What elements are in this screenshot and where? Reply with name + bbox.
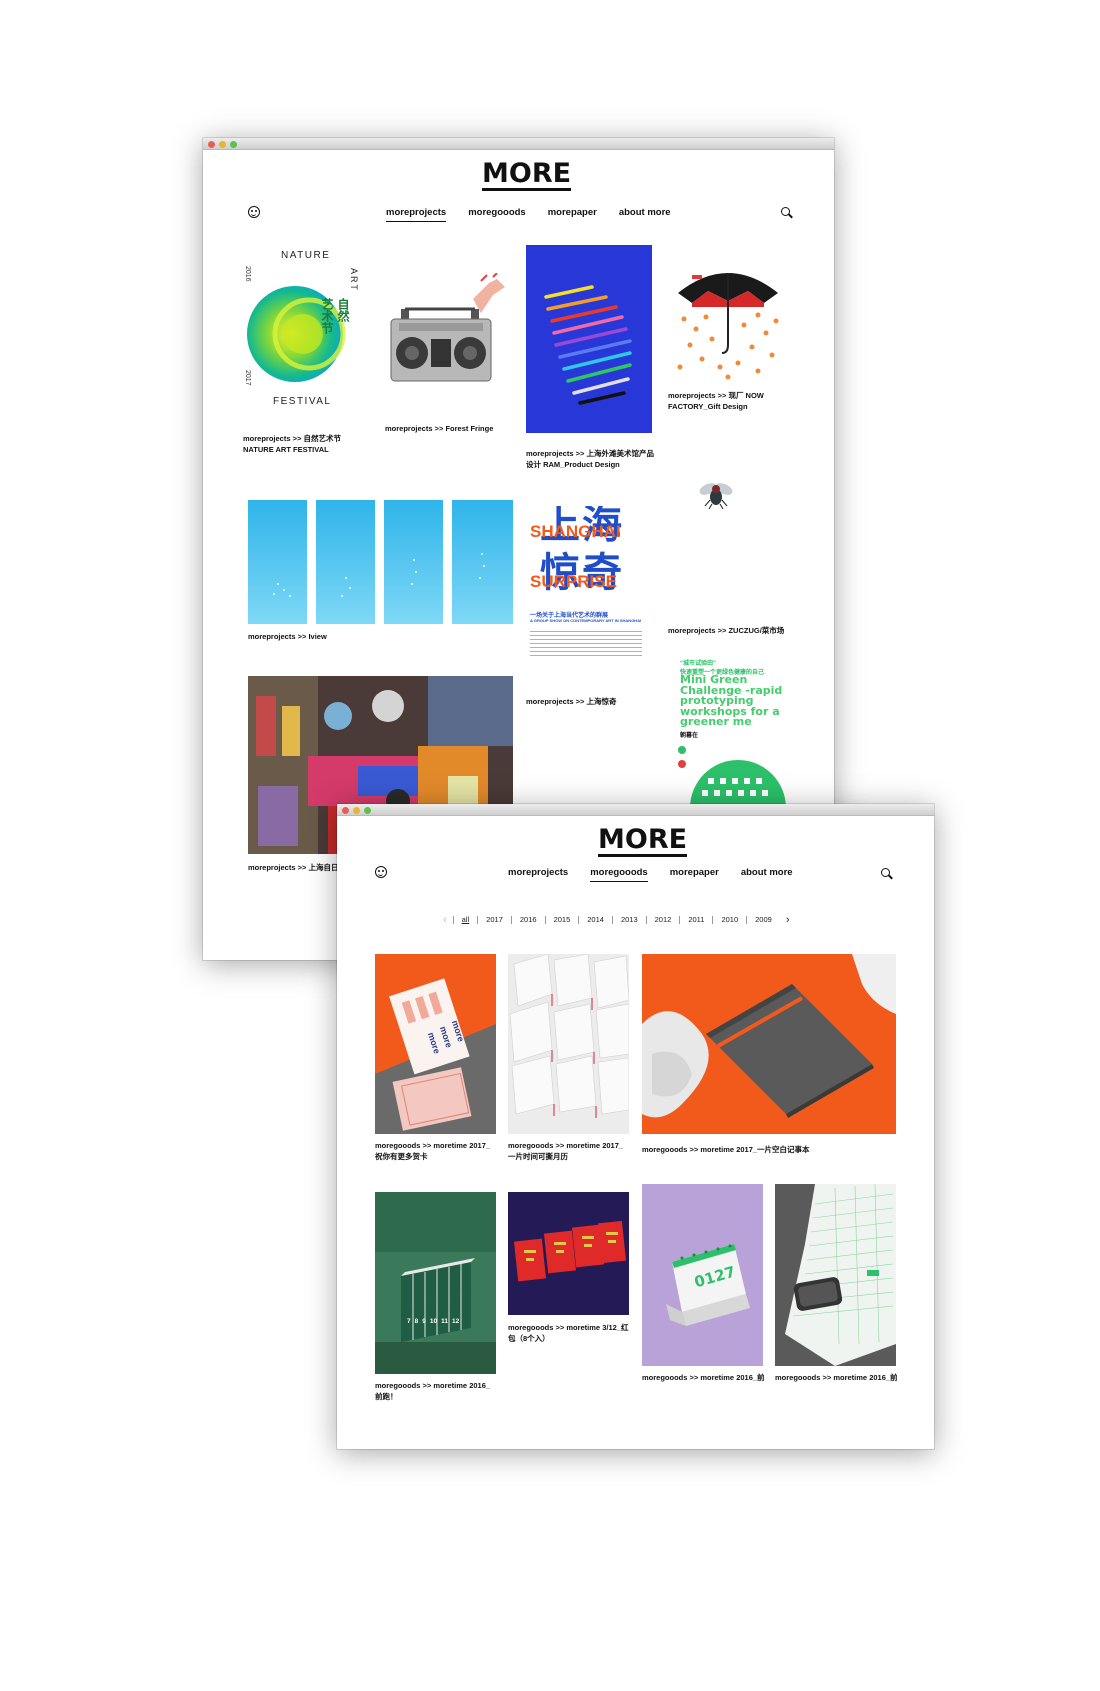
- caption-now-factory[interactable]: moreprojects >> 现厂 NOW FACTORY_Gift Desi…: [668, 390, 788, 412]
- shanghai-sub-en: A GROUP SHOW ON CONTEMPORARY ART IN SHAN…: [530, 618, 642, 623]
- track-number-11: 11: [441, 1318, 448, 1325]
- pencils-art: [544, 285, 632, 405]
- nature-title-art: ART: [349, 268, 359, 292]
- nav-moregooods-2[interactable]: moregooods: [590, 867, 648, 882]
- nav-moregooods[interactable]: moregooods: [468, 207, 526, 222]
- year-2017[interactable]: 2017: [477, 916, 511, 924]
- caption-zuczug[interactable]: moreprojects >> ZUCZUG/菜市场: [668, 625, 793, 636]
- track-number-9: 9: [422, 1318, 426, 1325]
- nav-about-more[interactable]: about more: [619, 207, 671, 222]
- nav-moreprojects-2[interactable]: moreprojects: [508, 867, 568, 882]
- shanghai-surprise-thumb[interactable]: 上海 SHANGHAI 惊奇 SURPRISE 一场关于上海当代艺术的群展 A …: [526, 506, 652, 662]
- track-number-10: 10: [429, 1318, 438, 1325]
- zoom-window-button[interactable]: [230, 141, 237, 148]
- nav-moreprojects[interactable]: moreprojects: [386, 207, 447, 222]
- iview-thumb[interactable]: [248, 500, 513, 624]
- nav-about-more-2[interactable]: about more: [741, 867, 793, 882]
- main-nav: moreprojects moregooods morepaper about …: [386, 207, 671, 222]
- year-filter: ‹ all 2017 2016 2015 2014 2013 2012 2011…: [437, 914, 796, 926]
- search-icon-2[interactable]: [881, 868, 890, 877]
- year-2013[interactable]: 2013: [611, 916, 646, 924]
- year-2015[interactable]: 2015: [544, 916, 579, 924]
- smiley-icon[interactable]: [248, 206, 260, 218]
- nature-year-1: 2016: [244, 266, 251, 282]
- shanghai-en-1: SHANGHAI: [530, 522, 621, 541]
- notebook-art: [642, 954, 896, 1118]
- caption-forest-fringe[interactable]: moreprojects >> Forest Fringe: [385, 423, 515, 434]
- nature-cn-1: 自然: [336, 298, 350, 322]
- shanghai-info-lines: [530, 628, 642, 658]
- year-2012[interactable]: 2012: [645, 916, 680, 924]
- forest-fringe-thumb[interactable]: [385, 273, 509, 403]
- minimize-window-button-2[interactable]: [353, 807, 360, 814]
- caption-desk-calendar[interactable]: moregooods >> moretime 2016_前跑！: [642, 1372, 764, 1383]
- smiley-icon-2[interactable]: [375, 866, 387, 878]
- nature-title-top: NATURE: [281, 250, 331, 261]
- green-grid-art: [678, 746, 786, 808]
- caption-iview[interactable]: moreprojects >> Iview: [248, 631, 378, 642]
- nav-morepaper[interactable]: morepaper: [548, 207, 597, 222]
- card-thumb[interactable]: more more more: [375, 954, 496, 1134]
- boombox-art: [390, 273, 505, 382]
- fly-art: [699, 483, 733, 510]
- paper-calendar-thumb[interactable]: [508, 954, 629, 1134]
- year-all[interactable]: all: [452, 916, 478, 924]
- caption-mat[interactable]: moregooods >> moretime 2016_前跑！: [775, 1372, 897, 1383]
- shanghai-en-2: SURPRISE: [530, 572, 617, 591]
- caption-card[interactable]: moregooods >> moretime 2017_祝你有更多贺卡: [375, 1140, 497, 1162]
- year-2011[interactable]: 2011: [679, 916, 712, 924]
- red-packet-art: [513, 1220, 627, 1282]
- nature-year-2: 2017: [244, 370, 251, 386]
- caption-red-packet[interactable]: moregooods >> moretime 3/12_红包（8个入）: [508, 1322, 630, 1344]
- iview-panels-art: [248, 500, 513, 624]
- nav-morepaper-2[interactable]: morepaper: [670, 867, 719, 882]
- mat-art: [775, 1184, 896, 1366]
- track-numbers: 7 8 9 10 11 12: [407, 1318, 459, 1325]
- caption-notebook[interactable]: moregooods >> moretime 2017_一片空白记事本: [642, 1144, 896, 1155]
- notebook-thumb[interactable]: [642, 954, 896, 1134]
- minimize-window-button[interactable]: [219, 141, 226, 148]
- umbrella-art: [677, 273, 779, 380]
- site-logo[interactable]: MORE: [482, 160, 572, 191]
- track-calendar-thumb[interactable]: 7 8 9 10 11 12: [375, 1192, 496, 1374]
- close-window-button[interactable]: [208, 141, 215, 148]
- caption-shanghai[interactable]: moreprojects >> 上海惊奇: [526, 696, 656, 707]
- green-challenge-thumb[interactable]: “城市试验田” 快速重塑一个更绿色健康的自己 Mini Green Challe…: [676, 658, 791, 808]
- year-2014[interactable]: 2014: [578, 916, 612, 924]
- track-number-12: 12: [451, 1318, 460, 1325]
- year-2009[interactable]: 2009: [746, 916, 780, 924]
- track-number-7: 7: [407, 1318, 411, 1325]
- desk-calendar-thumb[interactable]: 0127: [642, 1184, 763, 1366]
- prev-arrow-icon[interactable]: ‹: [437, 914, 453, 926]
- paper-calendar-art: [509, 954, 629, 1118]
- window-titlebar: [203, 138, 834, 150]
- now-factory-thumb[interactable]: [668, 263, 788, 388]
- caption-ram[interactable]: moreprojects >> 上海外滩美术馆产品设计 RAM_Product …: [526, 448, 654, 470]
- nature-cn-2: 艺术节: [320, 298, 334, 334]
- track-number-8: 8: [414, 1318, 419, 1325]
- nature-title-bottom: FESTIVAL: [273, 396, 332, 407]
- ram-product-design-thumb[interactable]: [526, 245, 652, 433]
- site-logo-2[interactable]: MORE: [598, 826, 688, 857]
- mat-thumb[interactable]: [775, 1184, 896, 1366]
- zuczug-thumb[interactable]: [699, 480, 733, 510]
- caption-track[interactable]: moregooods >> moretime 2016_前跑！: [375, 1380, 497, 1402]
- next-arrow-icon[interactable]: ›: [780, 914, 796, 926]
- caption-nature[interactable]: moreprojects >> 自然艺术节 NATURE ART FESTIVA…: [243, 433, 373, 455]
- year-2016[interactable]: 2016: [510, 916, 545, 924]
- window-titlebar-2: [337, 804, 934, 816]
- zoom-window-button-2[interactable]: [364, 807, 371, 814]
- browser-window-moregooods: MORE moreprojects moregooods morepaper a…: [337, 804, 934, 1449]
- nature-art-festival-thumb[interactable]: NATURE ART 自然 艺术节 2016 2017 FESTIVAL: [243, 246, 369, 424]
- search-icon[interactable]: [781, 207, 790, 216]
- year-2010[interactable]: 2010: [712, 916, 746, 924]
- main-nav-2: moreprojects moregooods morepaper about …: [508, 867, 793, 882]
- close-window-button-2[interactable]: [342, 807, 349, 814]
- red-packet-thumb[interactable]: [508, 1192, 629, 1315]
- track-art: [375, 1192, 496, 1374]
- caption-paper-calendar[interactable]: moregooods >> moretime 2017_一片时间可撕月历: [508, 1140, 630, 1162]
